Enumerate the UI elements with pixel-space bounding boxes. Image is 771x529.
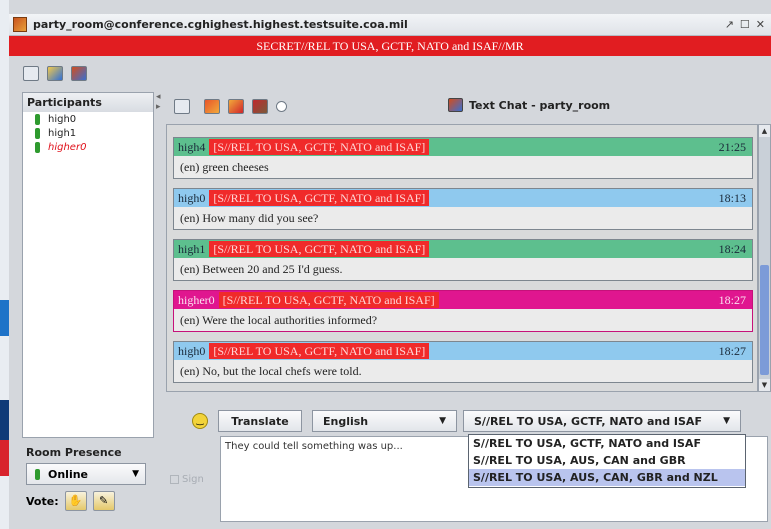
participant-name: higher0 [48,141,87,153]
message: higher0 [S//REL TO USA, GCTF, NATO and I… [173,290,753,332]
message-header: high0 [S//REL TO USA, GCTF, NATO and ISA… [174,189,752,207]
classification-dropdown: S//REL TO USA, GCTF, NATO and ISAF S//RE… [468,434,746,488]
message-header: high1 [S//REL TO USA, GCTF, NATO and ISA… [174,240,752,258]
classification-value: S//REL TO USA, GCTF, NATO and ISAF [474,414,702,428]
message-time: 18:24 [718,241,746,256]
message-sender: high0 [178,343,206,358]
message-time: 18:13 [718,190,746,205]
main-toolbar [9,58,771,88]
status-icon [35,468,40,480]
message-scrollbar[interactable]: ▲ ▼ [758,124,771,392]
scroll-down-icon[interactable]: ▼ [759,379,770,391]
message-text: (en) green cheeses [174,156,752,178]
message-sender: high1 [178,241,206,256]
document-icon[interactable] [23,65,39,81]
language-value: English [323,414,369,428]
status-icon [35,113,40,125]
participants-panel: Participants high0 high1 higher0 [22,92,154,438]
emoticon-icon[interactable] [204,98,220,114]
message-text: (en) Were the local authorities informed… [174,309,752,331]
vote-flag-button[interactable]: ✎ [92,491,115,511]
palette-icon[interactable] [228,98,244,114]
deco-bar [0,400,9,440]
status-icon [35,127,40,139]
chat-room-icon [448,98,463,112]
status-icon [35,141,40,153]
participant-item[interactable]: high0 [23,112,153,126]
message: high0 [S//REL TO USA, GCTF, NATO and ISA… [173,188,753,230]
message-time: 18:27 [718,292,746,307]
chevron-down-icon: ▼ [723,416,730,426]
vote-up-button[interactable]: ✋ [64,491,87,511]
deco-bar [0,440,9,476]
sign-label: Sign [182,474,204,485]
message-time: 18:27 [718,343,746,358]
whiteboard-icon[interactable] [71,65,87,81]
sign-checkbox[interactable]: Sign [170,474,204,485]
classification-tag: [S//REL TO USA, GCTF, NATO and ISAF] [209,241,430,257]
classification-tag: [S//REL TO USA, GCTF, NATO and ISAF] [209,190,430,206]
participant-item-self[interactable]: higher0 [23,140,153,154]
message-text: (en) No, but the local chefs were told. [174,360,752,382]
classification-tag: [S//REL TO USA, GCTF, NATO and ISAF] [209,139,430,155]
message-sender: high0 [178,190,206,205]
message: high4 [S//REL TO USA, GCTF, NATO and ISA… [173,137,753,179]
app-icon [13,17,27,32]
message-header: high0 [S//REL TO USA, GCTF, NATO and ISA… [174,342,752,360]
participants-header: Participants [23,93,153,112]
message-header: high4 [S//REL TO USA, GCTF, NATO and ISA… [174,138,752,156]
classification-tag: [S//REL TO USA, GCTF, NATO and ISAF] [218,292,439,308]
close-icon[interactable]: ✕ [756,18,765,31]
chat-toolbar: Text Chat - party_room [164,92,771,120]
message-sender: high4 [178,139,206,154]
classification-option[interactable]: S//REL TO USA, AUS, CAN and GBR [469,452,745,469]
vote-label: Vote: [26,494,59,508]
deco-bar [0,300,9,336]
user-icon[interactable] [47,65,63,81]
message-sender: higher0 [178,292,215,307]
chat-title: Text Chat - party_room [448,98,610,112]
participant-name: high0 [48,113,77,125]
presence-select[interactable]: Online ▼ [26,463,146,485]
message-text: (en) Between 20 and 25 I'd guess. [174,258,752,280]
chat-window: party_room@conference.cghighest.highest.… [0,0,771,529]
scroll-up-icon[interactable]: ▲ [759,125,770,137]
room-presence-panel: Room Presence Online ▼ Vote: ✋ ✎ [22,440,154,526]
message-list: high4 [S//REL TO USA, GCTF, NATO and ISA… [166,124,758,392]
background-decoration [0,0,9,529]
translate-button[interactable]: Translate [218,410,302,432]
classification-banner: SECRET//REL TO USA, GCTF, NATO and ISAF/… [9,36,771,56]
message-text: (en) How many did you see? [174,207,752,229]
title-bar[interactable]: party_room@conference.cghighest.highest.… [9,14,771,36]
chevron-down-icon: ▼ [132,469,139,479]
scrollbar-thumb[interactable] [760,265,769,375]
window-controls: ↗ ☐ ✕ [725,18,765,31]
classification-option-selected[interactable]: S//REL TO USA, AUS, CAN, GBR and NZL [469,469,745,486]
chat-title-text: Text Chat - party_room [469,98,611,112]
message-time: 21:25 [718,139,746,154]
panel-splitter[interactable]: ◂ ▸ [156,92,162,526]
classification-option[interactable]: S//REL TO USA, GCTF, NATO and ISAF [469,435,745,452]
room-presence-title: Room Presence [26,446,122,459]
smiley-icon[interactable]: ‿ [192,413,208,429]
participant-name: high1 [48,127,77,139]
message: high0 [S//REL TO USA, GCTF, NATO and ISA… [173,341,753,383]
vote-row: Vote: ✋ ✎ [26,491,154,511]
message: high1 [S//REL TO USA, GCTF, NATO and ISA… [173,239,753,281]
presence-value: Online [48,467,89,481]
window-title: party_room@conference.cghighest.highest.… [33,18,408,31]
message-header: higher0 [S//REL TO USA, GCTF, NATO and I… [174,291,752,309]
classification-select[interactable]: S//REL TO USA, GCTF, NATO and ISAF ▼ [463,410,741,432]
language-select[interactable]: English ▼ [312,410,457,432]
compose-toolbar: ‿ Translate English ▼ S//REL TO USA, GCT… [166,408,771,434]
checkbox-icon [170,475,179,484]
detach-icon[interactable]: ↗ [725,18,734,31]
document-icon[interactable] [174,98,190,114]
participant-item[interactable]: high1 [23,126,153,140]
classification-tag: [S//REL TO USA, GCTF, NATO and ISAF] [209,343,430,359]
maximize-icon[interactable]: ☐ [740,18,750,31]
search-icon[interactable] [276,100,287,112]
chevron-down-icon: ▼ [439,416,446,426]
tools-icon[interactable] [252,98,268,114]
